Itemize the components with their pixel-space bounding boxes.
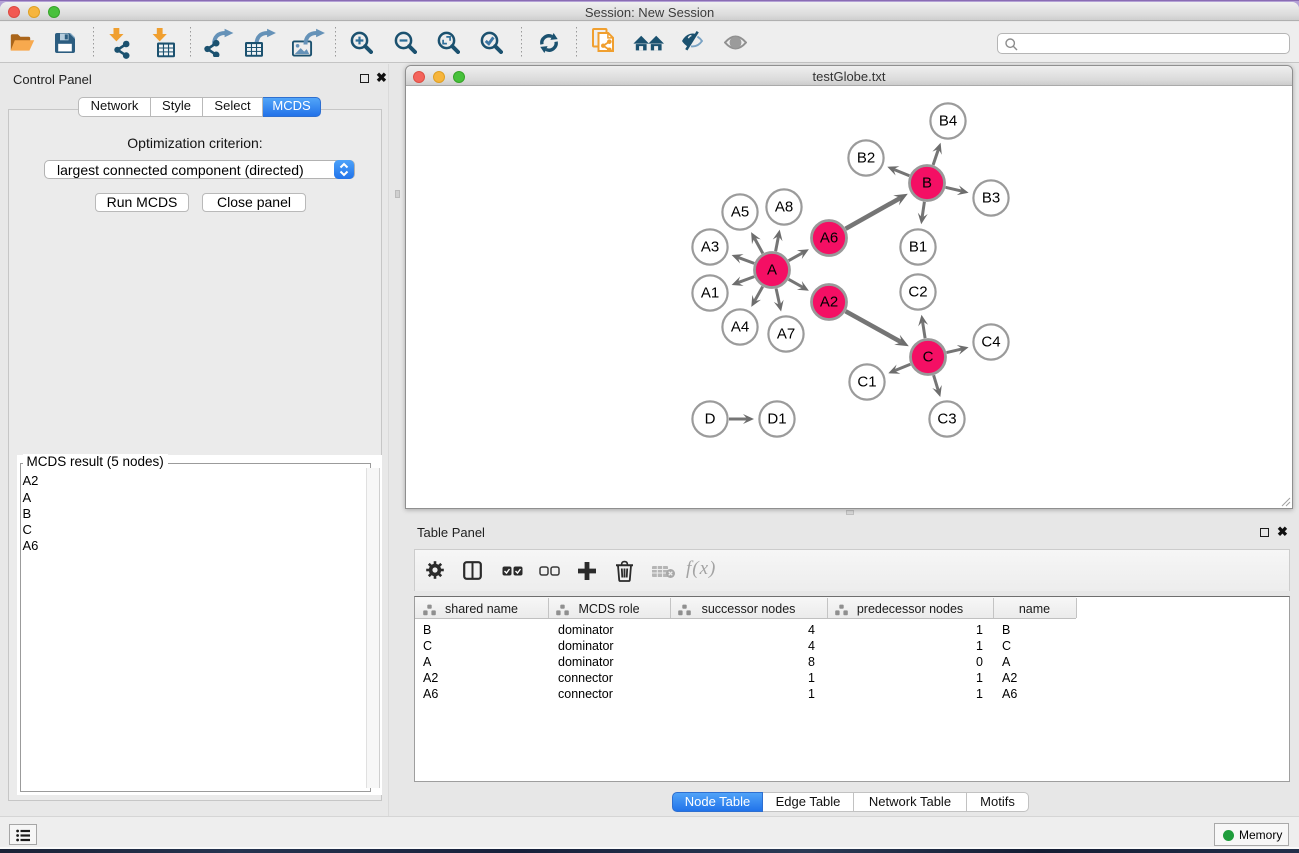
- svg-text:A6: A6: [820, 230, 838, 247]
- svg-text:A4: A4: [731, 319, 749, 336]
- svg-text:A3: A3: [701, 239, 719, 256]
- svg-text:A7: A7: [777, 326, 795, 343]
- svg-text:B4: B4: [939, 113, 957, 130]
- svg-text:D: D: [705, 411, 716, 428]
- svg-text:A8: A8: [775, 199, 793, 216]
- svg-text:C3: C3: [937, 411, 956, 428]
- svg-text:A5: A5: [731, 204, 749, 221]
- svg-text:A1: A1: [701, 285, 719, 302]
- svg-text:C4: C4: [981, 334, 1000, 351]
- svg-text:B3: B3: [982, 190, 1000, 207]
- svg-text:C: C: [923, 349, 934, 366]
- svg-text:D1: D1: [767, 411, 786, 428]
- svg-text:B: B: [922, 175, 932, 192]
- svg-text:C1: C1: [857, 374, 876, 391]
- svg-text:A2: A2: [820, 294, 838, 311]
- svg-text:B1: B1: [909, 239, 927, 256]
- svg-text:A: A: [767, 262, 777, 279]
- svg-text:B2: B2: [857, 150, 875, 167]
- svg-text:C2: C2: [908, 284, 927, 301]
